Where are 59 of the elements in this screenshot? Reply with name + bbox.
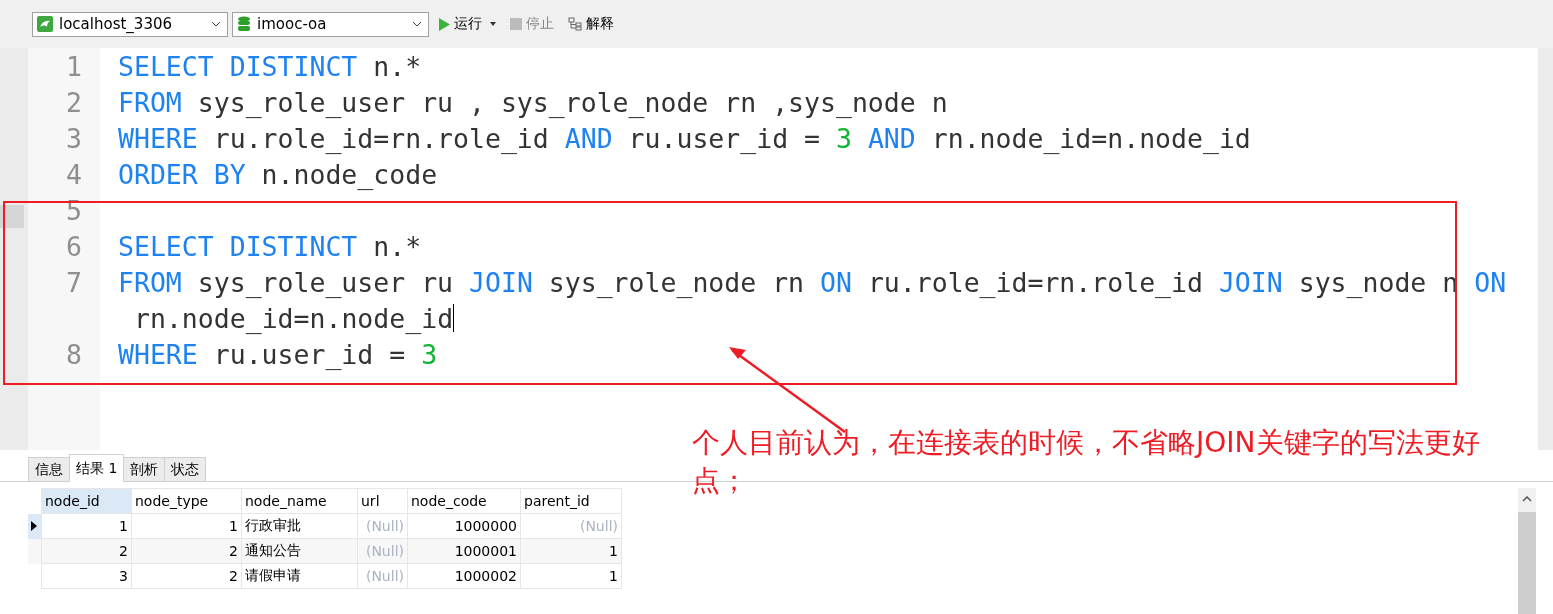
line-number: 2 [65, 86, 83, 118]
code-line: rn.node_id=n.node_id [133, 302, 454, 334]
line-number: 3 [65, 122, 83, 154]
table-cell: 3 [41, 563, 132, 589]
column-header[interactable]: node_id [41, 488, 132, 514]
column-header[interactable]: node_type [131, 488, 242, 514]
column-header[interactable]: node_name [241, 488, 358, 514]
explain-icon [568, 17, 582, 31]
table-cell: 请假申请 [241, 563, 358, 589]
code-line: WHERE ru.role_id=rn.role_id AND ru.user_id = 3 AND rn.node_id=n.node_id [117, 122, 1251, 154]
chevron-up-icon [1522, 496, 1532, 502]
annotation-text: 个人目前认为，在连接表的时候，不省略JOIN关键字的写法更好点； [692, 425, 1481, 499]
column-header[interactable]: url [357, 488, 408, 514]
table-cell: 1000001 [407, 538, 521, 564]
caret-icon [490, 22, 496, 26]
result-tab[interactable]: 状态 [164, 457, 207, 481]
code-line: FROM sys_role_user ru , sys_role_node rn ,sys_node n [117, 86, 948, 118]
line-number: 4 [65, 158, 83, 190]
result-tab[interactable]: 剖析 [123, 457, 166, 481]
table-cell: 2 [131, 563, 242, 589]
row-pointer-icon [31, 521, 37, 531]
line-number: 8 [65, 338, 83, 370]
line-number: 1 [65, 50, 83, 82]
table-cell: (Null) [357, 513, 408, 539]
table-cell: 1000002 [407, 563, 521, 589]
table-cell: 1 [520, 563, 622, 589]
line-number: 7 [65, 266, 83, 298]
scrollbar[interactable] [1518, 488, 1536, 614]
table-cell: 2 [41, 538, 132, 564]
result-tab[interactable]: 信息 [28, 457, 70, 481]
chevron-down-icon [211, 21, 221, 27]
table-cell: 1 [520, 538, 622, 564]
database-dropdown[interactable]: imooc-oa [232, 11, 429, 37]
code-line: ORDER BY n.node_code [117, 158, 438, 190]
code-line: WHERE ru.user_id = 3 [117, 338, 438, 370]
play-icon [438, 17, 450, 31]
table-cell: 行政审批 [241, 513, 358, 539]
line-number: 6 [65, 230, 83, 262]
code-line: SELECT DISTINCT n.* [117, 50, 422, 82]
column-header[interactable]: node_code [407, 488, 521, 514]
table-cell: 1 [41, 513, 132, 539]
result-tab[interactable]: 结果 1 [69, 454, 125, 482]
table-cell: 2 [131, 538, 242, 564]
table-cell: (Null) [357, 563, 408, 589]
connection-dropdown[interactable]: localhost_3306 [32, 11, 228, 37]
database-icon [237, 16, 251, 32]
dolphin-icon [37, 16, 53, 32]
table-cell: 1000000 [407, 513, 521, 539]
explain-button[interactable]: 解释 [563, 12, 619, 36]
table-cell: 通知公告 [241, 538, 358, 564]
run-button[interactable]: 运行 [433, 12, 501, 36]
stop-icon [510, 18, 522, 30]
code-line: SELECT DISTINCT n.* [117, 230, 422, 262]
chevron-down-icon [412, 21, 422, 27]
table-cell: 1 [131, 513, 242, 539]
column-header[interactable]: parent_id [520, 488, 622, 514]
text-cursor [453, 304, 455, 332]
scroll-marker [0, 205, 24, 228]
table-cell: (Null) [520, 513, 622, 539]
